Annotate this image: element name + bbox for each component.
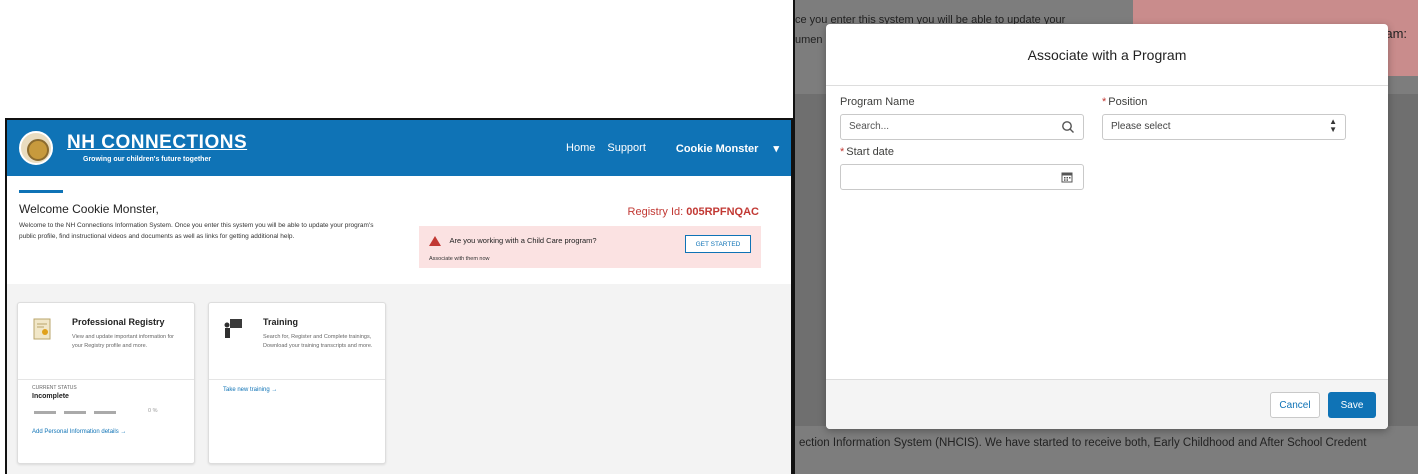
position-label: * Position (1102, 96, 1147, 108)
alert-question: Are you working with a Child Care progra… (449, 236, 597, 246)
alert-sub: Associate with them now (429, 256, 490, 262)
search-placeholder: Search... (849, 121, 890, 132)
position-select[interactable]: Please select ▲ ▼ (1102, 114, 1346, 140)
background-footer-text: ection Information System (NHCIS). We ha… (799, 437, 1367, 449)
brand-title[interactable]: NH CONNECTIONS (67, 133, 247, 152)
registry-title: Professional Registry (72, 317, 165, 327)
seal-logo[interactable] (19, 131, 53, 165)
brand[interactable]: NH CONNECTIONS Growing our children's fu… (67, 133, 247, 163)
required-mark: * (1102, 96, 1107, 108)
program-name-label: Program Name (840, 96, 915, 108)
training-title: Training (263, 317, 299, 327)
position-value: Please select (1111, 121, 1171, 132)
modal-footer: Cancel Save (826, 379, 1388, 429)
calendar-icon[interactable] (1061, 171, 1073, 183)
position-label-text: Position (1108, 96, 1148, 108)
status-value: Incomplete (32, 393, 69, 400)
dashboard-screenshot: NH CONNECTIONS Growing our children's fu… (5, 118, 793, 474)
modal-title: Associate with a Program (826, 24, 1388, 86)
registry-desc: View and update important information fo… (72, 334, 175, 349)
background-text: umen (795, 34, 823, 46)
divider (18, 379, 194, 380)
chevron-down-icon: ▾ (773, 142, 779, 155)
divider (209, 379, 385, 380)
progress-bar (34, 411, 124, 414)
take-training-link[interactable]: Take new training → (223, 387, 277, 393)
registry-id: Registry Id: 005RPFNQAC (628, 206, 759, 218)
cancel-button[interactable]: Cancel (1270, 392, 1320, 418)
select-arrows-icon: ▲ ▼ (1329, 117, 1337, 134)
teacher-icon (224, 319, 242, 338)
top-bar: NH CONNECTIONS Growing our children's fu… (7, 120, 791, 176)
brand-tagline: Growing our children's future together (83, 156, 212, 163)
program-alert: Are you working with a Child Care progra… (419, 226, 761, 268)
start-date-label-text: Start date (846, 146, 894, 158)
registry-label: Registry Id: (627, 206, 684, 218)
save-button[interactable]: Save (1328, 392, 1376, 418)
top-nav: Home Support Cookie Monster ▾ (554, 142, 779, 155)
registry-value: 005RPFNQAC (686, 206, 759, 218)
start-date-label: * Start date (840, 146, 894, 158)
registry-card: Professional Registry View and update im… (17, 302, 195, 464)
nav-support[interactable]: Support (607, 142, 646, 154)
search-icon (1062, 121, 1074, 133)
accent-bar (19, 190, 63, 193)
welcome-panel: Welcome Cookie Monster, Welcome to the N… (7, 176, 791, 284)
user-menu[interactable]: Cookie Monster ▾ (664, 142, 779, 155)
start-date-input[interactable] (840, 164, 1084, 190)
nav-home[interactable]: Home (566, 142, 595, 154)
progress-percent: 0 % (148, 408, 158, 414)
required-mark: * (840, 146, 845, 158)
status-label: CURRENT STATUS (32, 385, 77, 391)
associate-program-modal: Associate with a Program Program Name Se… (826, 24, 1388, 429)
welcome-body: Welcome to the NH Connections Informatio… (19, 222, 374, 241)
add-personal-info-link[interactable]: Add Personal Information details → (32, 429, 126, 435)
program-search-input[interactable]: Search... (840, 114, 1084, 140)
get-started-button[interactable]: GET STARTED (685, 235, 751, 253)
user-name: Cookie Monster (675, 142, 759, 155)
training-card: Training Search for, Register and Comple… (208, 302, 386, 464)
training-desc: Search for, Register and Complete traini… (263, 334, 373, 349)
certificate-icon (33, 318, 51, 340)
warning-icon (429, 235, 441, 246)
modal-screenshot: ce you enter this system you will be abl… (793, 0, 1418, 474)
